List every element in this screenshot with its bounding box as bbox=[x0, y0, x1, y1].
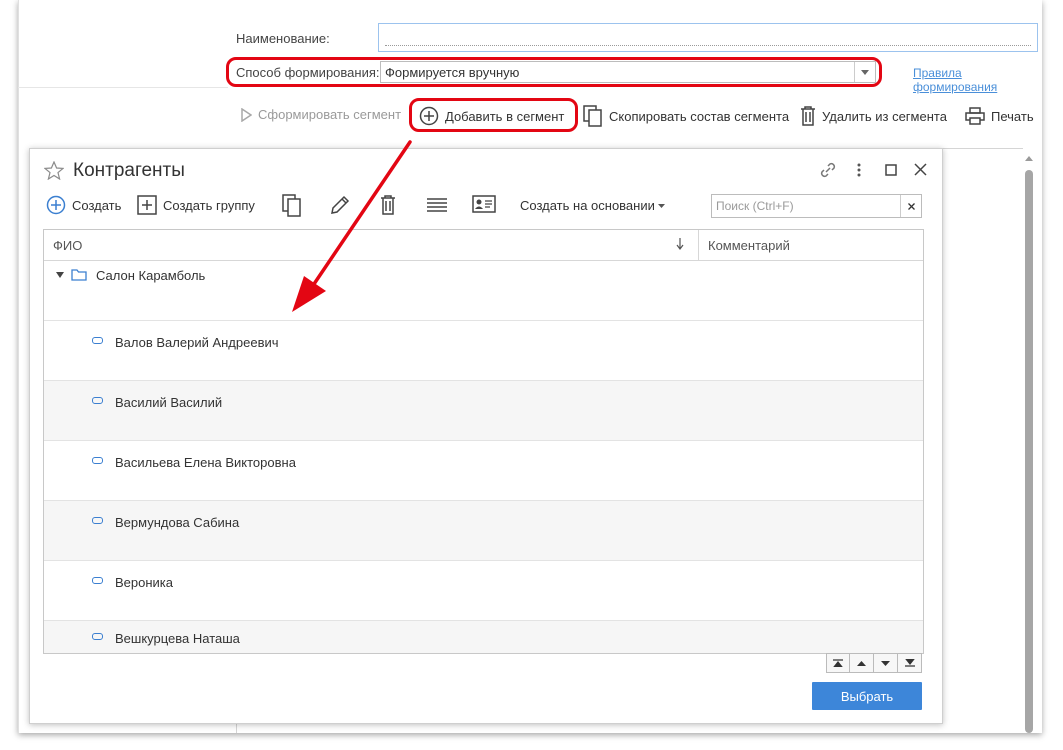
form-segment-label: Сформировать сегмент bbox=[258, 107, 402, 122]
play-icon bbox=[241, 107, 252, 122]
counterparties-dialog: Контрагенты Создать Создать группу Созда… bbox=[29, 148, 943, 724]
list-icon[interactable] bbox=[427, 197, 447, 213]
column-name-label: ФИО bbox=[53, 237, 83, 253]
column-name[interactable]: ФИО bbox=[44, 230, 699, 260]
left-pane-divider bbox=[18, 87, 228, 88]
folder-icon bbox=[71, 269, 87, 281]
item-icon bbox=[92, 577, 103, 584]
name-input-underline bbox=[385, 45, 1031, 46]
chevron-down-icon bbox=[657, 203, 665, 208]
column-comment-label: Комментарий bbox=[708, 237, 790, 253]
item-icon bbox=[92, 633, 103, 640]
table-row[interactable]: Вермундова Сабина bbox=[44, 501, 923, 561]
search-placeholder: Поиск (Ctrl+F) bbox=[716, 199, 794, 213]
item-icon bbox=[92, 457, 103, 464]
remove-from-segment-label: Удалить из сегмента bbox=[822, 108, 947, 124]
print-label: Печать bbox=[991, 108, 1034, 124]
row-name: Василий Василий bbox=[115, 395, 223, 410]
close-icon bbox=[907, 202, 915, 210]
row-name: Васильева Елена Викторовна bbox=[115, 455, 296, 470]
edit-pencil-icon[interactable] bbox=[330, 195, 350, 215]
clear-search-button[interactable] bbox=[900, 195, 921, 217]
trash-icon bbox=[801, 106, 815, 126]
create-based-on-button[interactable]: Создать на основании bbox=[520, 198, 665, 213]
copy-icon[interactable] bbox=[282, 194, 302, 217]
arrow-up-icon bbox=[857, 660, 866, 666]
copy-segment-button[interactable]: Скопировать состав сегмента bbox=[583, 105, 789, 127]
row-name: Вероника bbox=[115, 575, 174, 590]
expand-arrow-icon[interactable] bbox=[56, 272, 64, 278]
more-vertical-icon[interactable] bbox=[857, 162, 861, 178]
table-row[interactable]: Васильева Елена Викторовна bbox=[44, 441, 923, 501]
chevron-down-icon[interactable] bbox=[854, 62, 875, 82]
go-first-icon bbox=[833, 659, 843, 667]
method-label: Способ формирования: bbox=[236, 65, 380, 80]
method-select[interactable]: Формируется вручную bbox=[380, 61, 876, 83]
create-group-label: Создать группу bbox=[163, 197, 255, 213]
go-up-button[interactable] bbox=[850, 653, 874, 673]
counterparties-table: ФИО Комментарий Салон Карамболь Валов Ва… bbox=[43, 229, 924, 654]
row-name: Вермундова Сабина bbox=[115, 515, 240, 530]
maximize-icon[interactable] bbox=[885, 164, 897, 176]
printer-icon bbox=[965, 107, 985, 125]
create-group-button[interactable]: Создать группу bbox=[137, 195, 255, 215]
print-button[interactable]: Печать bbox=[965, 107, 1034, 125]
name-label: Наименование: bbox=[236, 31, 330, 46]
select-button[interactable]: Выбрать bbox=[812, 682, 922, 710]
table-navigation bbox=[826, 653, 922, 673]
copy-segment-label: Скопировать состав сегмента bbox=[609, 108, 790, 124]
create-based-on-label: Создать на основании bbox=[520, 198, 655, 213]
close-icon[interactable] bbox=[914, 163, 927, 176]
row-name: Валов Валерий Андреевич bbox=[115, 335, 279, 350]
plus-circle-icon bbox=[46, 195, 66, 215]
item-icon bbox=[92, 397, 103, 404]
name-input[interactable] bbox=[378, 23, 1038, 52]
search-input[interactable]: Поиск (Ctrl+F) bbox=[711, 194, 922, 218]
plus-square-icon bbox=[137, 195, 157, 215]
link-icon[interactable] bbox=[819, 161, 837, 179]
go-last-button[interactable] bbox=[898, 653, 922, 673]
trash-icon[interactable] bbox=[380, 195, 396, 215]
create-label: Создать bbox=[72, 197, 122, 213]
go-last-icon bbox=[904, 659, 915, 667]
table-row[interactable]: Василий Василий bbox=[44, 381, 923, 441]
contact-card-icon[interactable] bbox=[472, 195, 496, 215]
method-select-value: Формируется вручную bbox=[385, 65, 520, 80]
scrollbar-thumb[interactable] bbox=[1025, 170, 1033, 733]
add-to-segment-label: Добавить в сегмент bbox=[445, 108, 565, 124]
rules-link[interactable]: Правила формирования bbox=[913, 66, 1042, 94]
form-segment-button[interactable]: Сформировать сегмент bbox=[240, 107, 401, 122]
table-row-group[interactable]: Салон Карамболь bbox=[44, 261, 923, 321]
scroll-up-icon[interactable] bbox=[1025, 156, 1033, 161]
plus-circle-icon bbox=[419, 106, 439, 126]
group-name: Салон Карамболь bbox=[96, 268, 206, 283]
scrollbar[interactable] bbox=[1024, 150, 1034, 733]
go-first-button[interactable] bbox=[826, 653, 850, 673]
table-row[interactable]: Валов Валерий Андреевич bbox=[44, 321, 923, 381]
add-to-segment-button[interactable]: Добавить в сегмент bbox=[419, 106, 564, 126]
star-icon[interactable] bbox=[44, 161, 64, 180]
go-down-button[interactable] bbox=[874, 653, 898, 673]
column-comment[interactable]: Комментарий bbox=[699, 230, 923, 260]
item-icon bbox=[92, 517, 103, 524]
item-icon bbox=[92, 337, 103, 344]
left-border bbox=[18, 0, 19, 733]
copy-icon bbox=[583, 105, 602, 127]
table-row[interactable]: Вешкурцева Наташа bbox=[44, 621, 923, 653]
sort-arrow-icon bbox=[676, 238, 684, 250]
table-row[interactable]: Вероника bbox=[44, 561, 923, 621]
dialog-title: Контрагенты bbox=[73, 160, 185, 181]
remove-from-segment-button[interactable]: Удалить из сегмента bbox=[800, 106, 947, 126]
table-header: ФИО Комментарий bbox=[44, 230, 923, 261]
create-button[interactable]: Создать bbox=[46, 195, 121, 215]
row-name: Вешкурцева Наташа bbox=[115, 631, 240, 646]
arrow-down-icon bbox=[881, 660, 890, 666]
